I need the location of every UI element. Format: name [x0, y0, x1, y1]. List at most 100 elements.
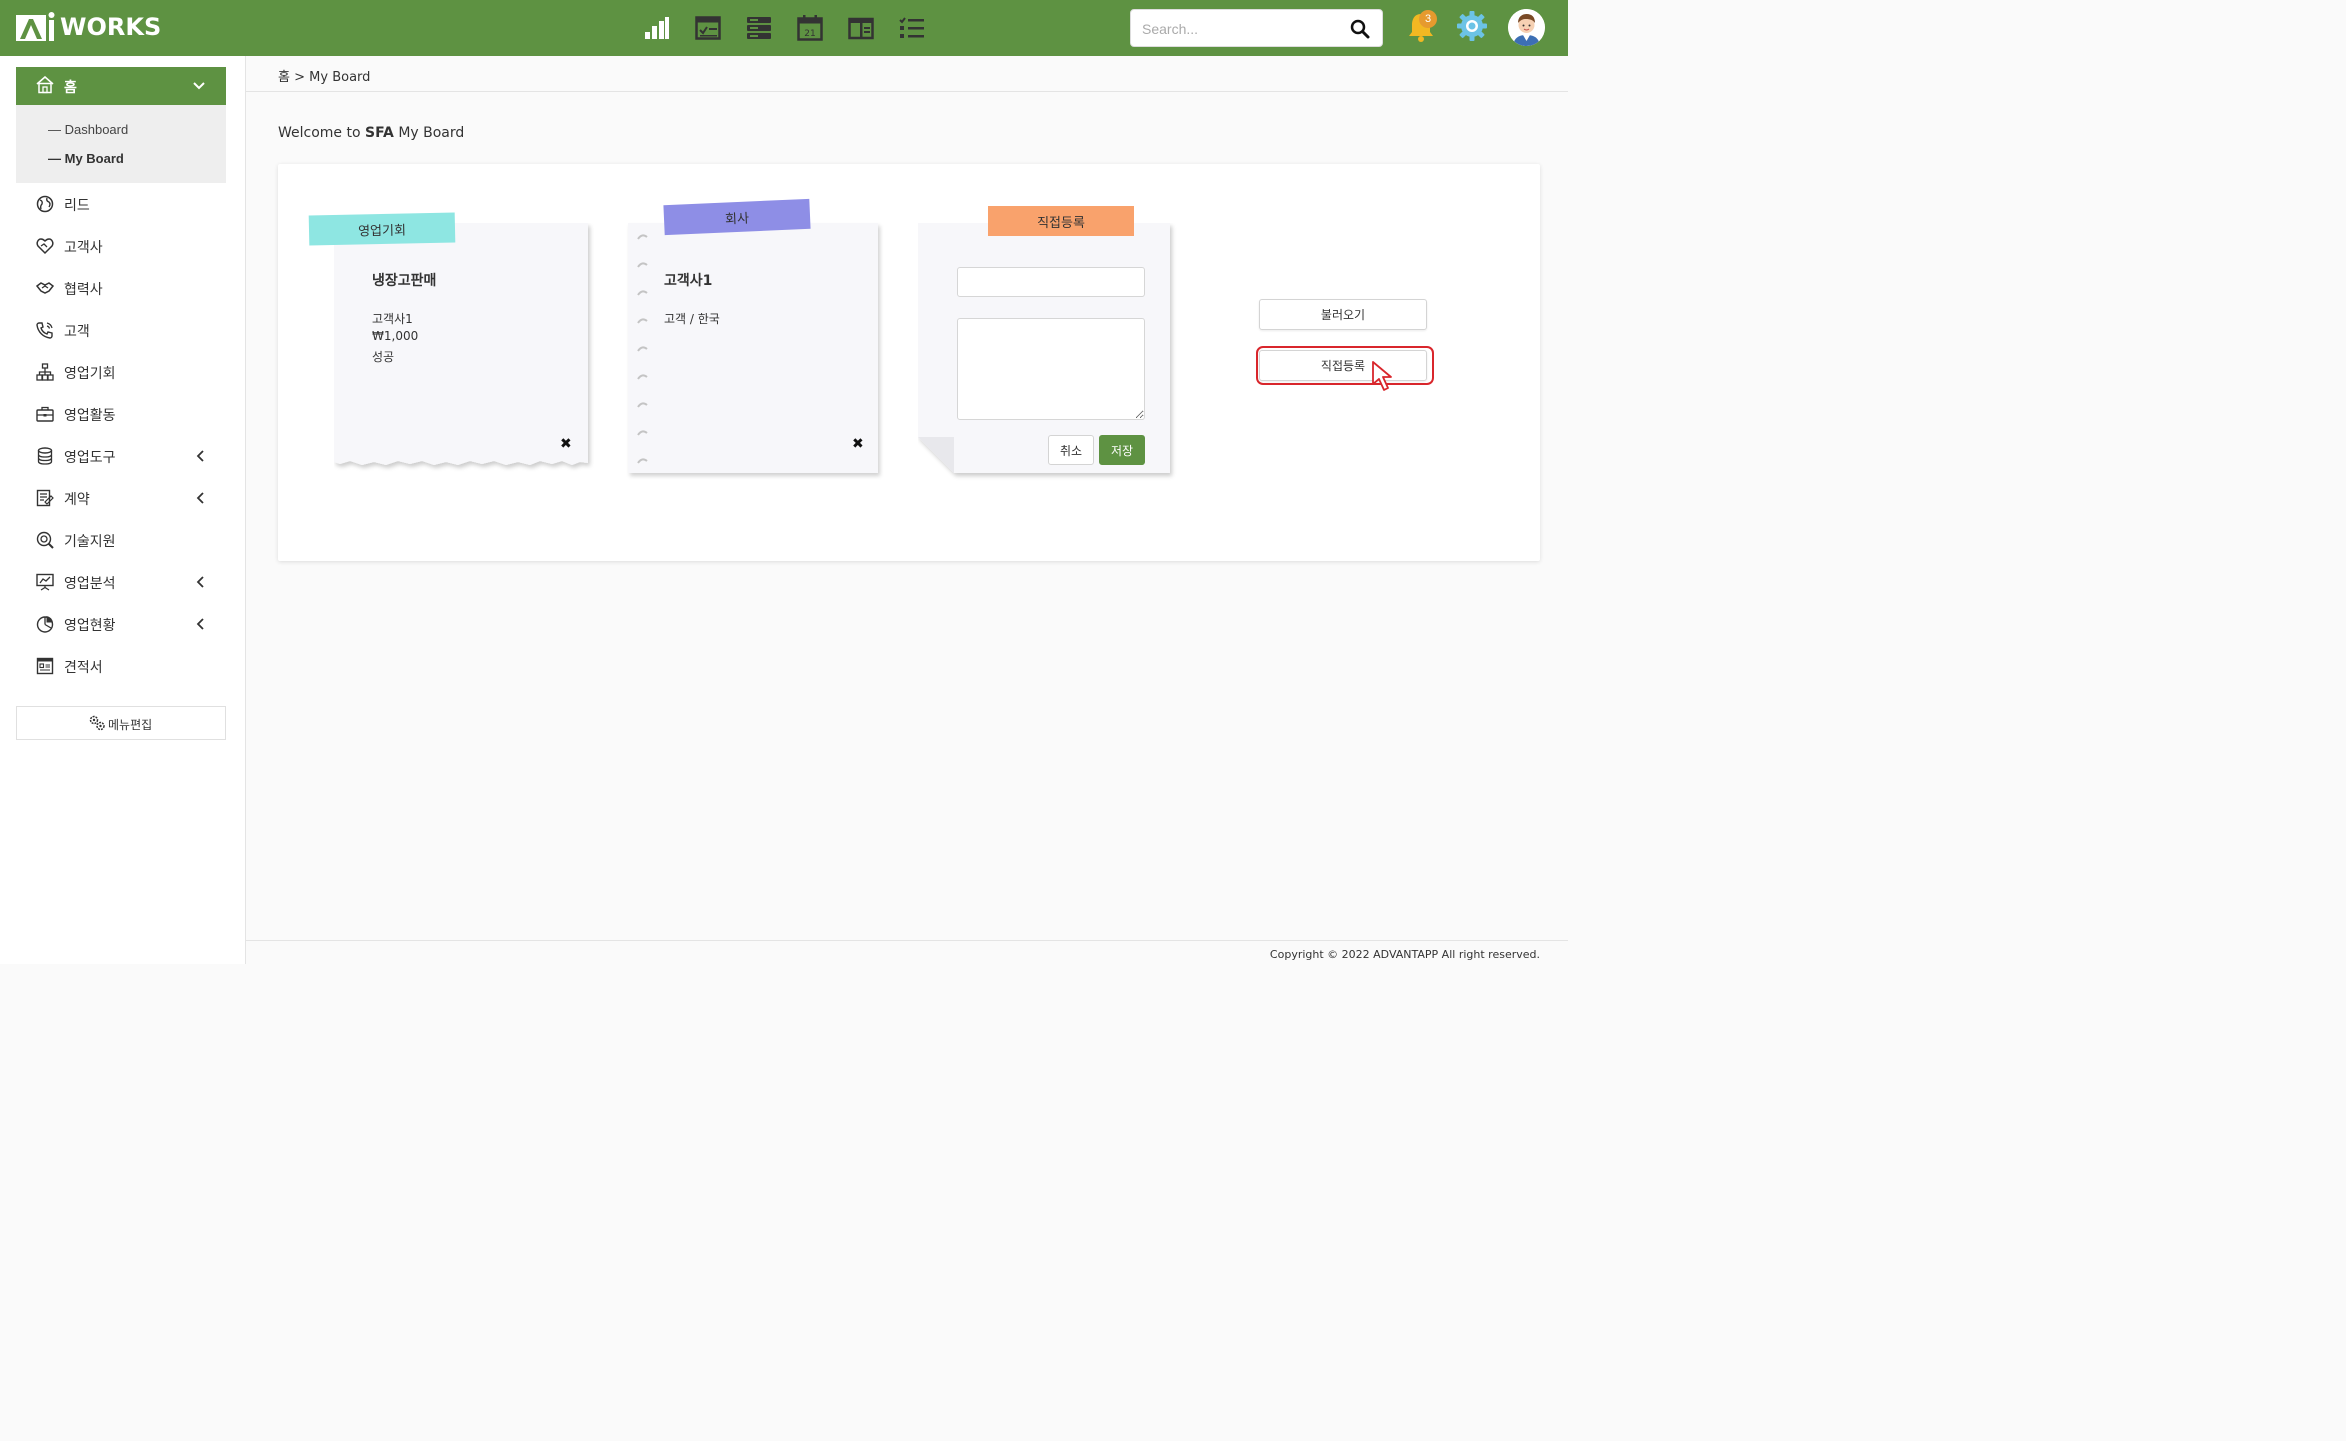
- logo-mark: [16, 12, 55, 41]
- menu-edit-label: 메뉴편집: [108, 718, 153, 732]
- calendar-day: 21: [804, 29, 815, 39]
- sidebar-item-label: 리드: [64, 198, 90, 214]
- chevron-left-icon: [196, 450, 204, 462]
- sidebar-item-quotation[interactable]: 견적서: [16, 648, 226, 684]
- sidebar-item-label: 고객: [64, 324, 90, 340]
- note-title: 냉장고판매: [372, 273, 437, 289]
- search-box: [1130, 9, 1383, 47]
- breadcrumb-divider: [246, 91, 1568, 92]
- top-bar: WORKS 21 3: [0, 0, 1568, 56]
- sidebar: 홈 — Dashboard — My Board 리드 고객사 협력사 고객 영…: [0, 56, 246, 964]
- sidebar-item-lead[interactable]: 리드: [16, 186, 226, 222]
- sidebar-item-sales-status[interactable]: 영업현황: [16, 606, 226, 642]
- globe-icon: [36, 195, 54, 213]
- search-input[interactable]: [1142, 18, 1342, 40]
- close-icon[interactable]: ✖: [560, 435, 572, 452]
- sidebar-item-label: 영업활동: [64, 408, 116, 424]
- sidebar-item-contract[interactable]: 계약: [16, 480, 226, 516]
- presentation-icon: [36, 573, 54, 591]
- sidebar-item-tech-support[interactable]: 기술지원: [16, 522, 226, 558]
- top-nav-icons: 21: [642, 12, 926, 44]
- org-chart-icon: [36, 363, 54, 381]
- chart-bars-icon[interactable]: [642, 12, 671, 44]
- close-icon[interactable]: ✖: [852, 435, 864, 452]
- breadcrumb-home[interactable]: 홈: [278, 70, 290, 85]
- breadcrumb: 홈 > My Board: [278, 66, 370, 85]
- sidebar-item-customer[interactable]: 고객: [16, 312, 226, 348]
- breadcrumb-separator: >: [294, 70, 306, 85]
- support-search-icon: [36, 531, 54, 549]
- avatar-image: [1508, 9, 1545, 46]
- save-button[interactable]: 저장: [1099, 435, 1145, 465]
- load-button[interactable]: 불러오기: [1259, 299, 1427, 330]
- database-icon: [37, 447, 53, 465]
- gear-icon[interactable]: [1456, 10, 1488, 42]
- note-tag: 직접등록: [988, 206, 1134, 236]
- sidebar-item-label: 고객사: [64, 240, 103, 256]
- sidebar-item-label: 계약: [64, 492, 90, 508]
- sidebar-item-home[interactable]: 홈: [16, 67, 226, 105]
- checklist-window-icon[interactable]: [693, 12, 722, 44]
- note-line: 성공: [372, 350, 395, 364]
- spiral-binding: [637, 234, 648, 464]
- welcome-suffix: My Board: [393, 125, 465, 141]
- sidebar-item-label: 영업기회: [64, 366, 116, 382]
- sidebar-item-sales-activity[interactable]: 영업활동: [16, 396, 226, 432]
- pie-chart-icon: [36, 616, 54, 633]
- breadcrumb-current: My Board: [309, 70, 371, 85]
- chevron-left-icon: [196, 618, 204, 630]
- welcome-bold: SFA: [365, 125, 394, 141]
- logo-text: WORKS: [60, 13, 162, 41]
- calendar-icon[interactable]: 21: [795, 12, 824, 44]
- sidebar-item-label: 영업현황: [64, 618, 116, 634]
- handshake-icon: [36, 282, 54, 294]
- board-icon[interactable]: [846, 12, 875, 44]
- note-title: 고객사1: [664, 273, 713, 289]
- chevron-down-icon: [193, 82, 205, 90]
- sidebar-item-label: 협력사: [64, 282, 103, 298]
- task-list-icon[interactable]: [897, 12, 926, 44]
- direct-title-input[interactable]: [957, 267, 1145, 297]
- sidebar-item-label: 홈: [64, 80, 77, 96]
- welcome-prefix: Welcome to: [278, 125, 365, 141]
- sidebar-item-sales-analysis[interactable]: 영업분석: [16, 564, 226, 600]
- page-title: Welcome to SFA My Board: [278, 125, 464, 141]
- direct-body-textarea[interactable]: [957, 318, 1145, 420]
- chevron-left-icon: [196, 576, 204, 588]
- chevron-left-icon: [196, 492, 204, 504]
- handshake-heart-icon: [36, 238, 54, 255]
- notification-badge: 3: [1419, 10, 1437, 28]
- sidebar-item-label: 견적서: [64, 660, 103, 676]
- logo[interactable]: WORKS: [16, 10, 161, 44]
- note-tag: 영업기회: [308, 212, 456, 246]
- sidebar-subitem-my-board[interactable]: — My Board: [48, 151, 124, 166]
- footer-divider: [246, 940, 1568, 941]
- note-card: [334, 223, 588, 467]
- note-line: ₩1,000: [372, 329, 419, 343]
- avatar[interactable]: [1508, 9, 1545, 46]
- note-line: 고객사1: [372, 312, 413, 326]
- menu-edit-button[interactable]: 메뉴편집: [16, 706, 226, 740]
- cancel-button[interactable]: 취소: [1048, 435, 1094, 465]
- sidebar-item-sales-opportunity[interactable]: 영업기회: [16, 354, 226, 390]
- quote-sheet-icon: [36, 657, 54, 675]
- footer-copyright: Copyright © 2022 ADVANTAPP All right res…: [1269, 948, 1540, 961]
- direct-register-button[interactable]: 직접등록: [1259, 350, 1427, 381]
- sidebar-subitem-label: My Board: [64, 151, 124, 166]
- cursor-pointer-icon: [1372, 361, 1392, 391]
- note-tag: 회사: [663, 198, 811, 236]
- sidebar-item-label: 영업도구: [64, 450, 116, 466]
- note-card: [628, 223, 878, 473]
- sidebar-item-client-company[interactable]: 고객사: [16, 228, 226, 264]
- sidebar-subitem-dashboard[interactable]: — Dashboard: [48, 122, 128, 137]
- sidebar-subitem-label: Dashboard: [64, 122, 129, 137]
- server-icon[interactable]: [744, 12, 773, 44]
- sidebar-item-partner[interactable]: 협력사: [16, 270, 226, 306]
- sidebar-item-label: 영업분석: [64, 576, 116, 592]
- contract-icon: [36, 489, 54, 507]
- sidebar-item-sales-tools[interactable]: 영업도구: [16, 438, 226, 474]
- sidebar-item-label: 기술지원: [64, 534, 116, 550]
- home-icon: [36, 76, 54, 94]
- search-icon[interactable]: [1350, 19, 1370, 39]
- gears-icon: [89, 715, 105, 731]
